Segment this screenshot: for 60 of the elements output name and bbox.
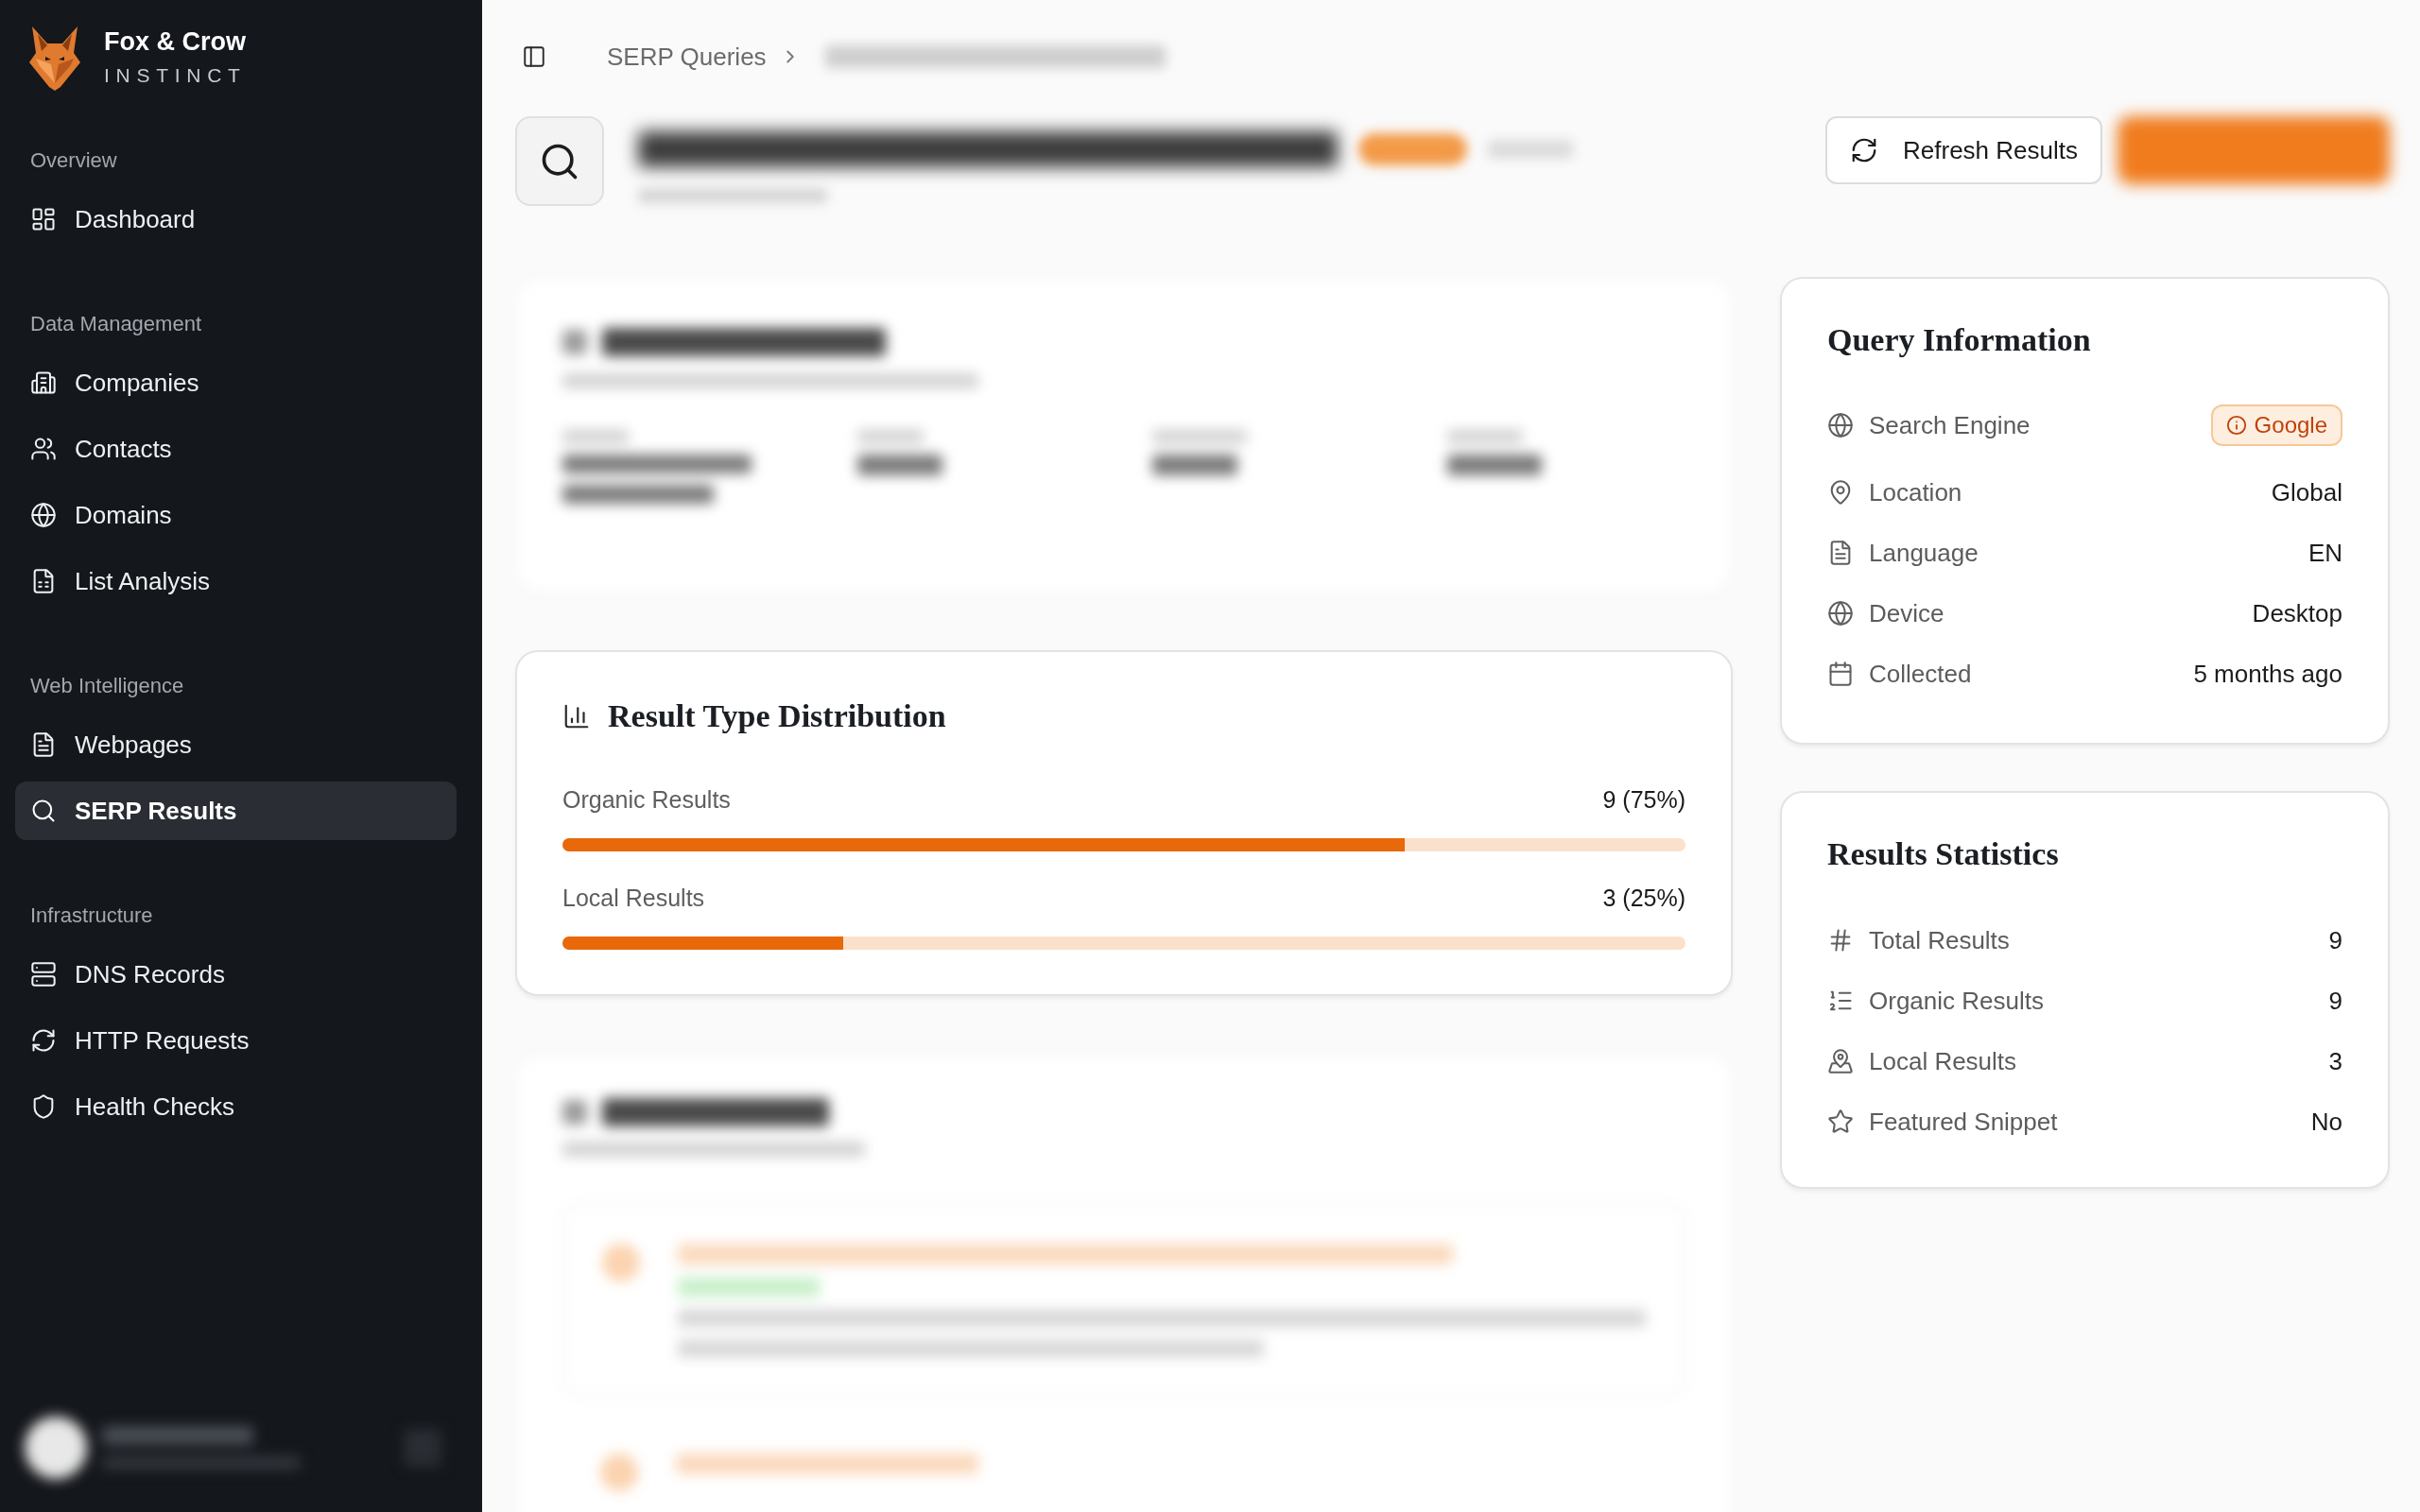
info-value: EN xyxy=(2308,537,2342,569)
sidebar-toggle-icon xyxy=(522,44,546,69)
info-value: 3 xyxy=(2328,1045,2342,1077)
info-value: 9 xyxy=(2328,985,2342,1017)
brand-tagline: INSTINCT xyxy=(104,63,247,88)
breadcrumb-link[interactable]: SERP Queries xyxy=(607,38,767,76)
calendar-icon xyxy=(1827,661,1854,687)
info-label: Featured Snippet xyxy=(1869,1106,2058,1138)
info-label: Language xyxy=(1869,537,1979,569)
info-value: Desktop xyxy=(2252,597,2342,629)
globe-icon xyxy=(1827,600,1854,627)
sidebar-item[interactable]: Companies xyxy=(15,353,457,412)
dashboard-icon xyxy=(30,206,57,232)
users-icon xyxy=(30,436,57,462)
info-value: 5 months ago xyxy=(2193,658,2342,690)
bar-value: 9 (75%) xyxy=(1602,785,1685,816)
engine-name: Google xyxy=(2254,411,2327,439)
sidebar-item[interactable]: HTTP Requests xyxy=(15,1011,457,1070)
section-heading: Web Intelligence xyxy=(29,673,184,699)
sidebar-item[interactable]: DNS Records xyxy=(15,945,457,1004)
info-value: Global xyxy=(2271,476,2342,508)
sidebar-item[interactable]: Contacts xyxy=(15,420,457,478)
bar-value: 3 (25%) xyxy=(1602,884,1685,914)
sidebar-item[interactable]: List Analysis xyxy=(15,552,457,610)
bar-label: Organic Results xyxy=(562,785,731,816)
card-title: Results Statistics xyxy=(1827,835,2060,873)
refresh-results-button[interactable]: Refresh Results xyxy=(1825,116,2102,184)
card-title: Result Type Distribution xyxy=(608,697,946,735)
star-icon xyxy=(1827,1108,1854,1135)
card-title: Query Information xyxy=(1827,321,2092,359)
server-icon xyxy=(30,961,57,988)
brand-name: Fox & Crow xyxy=(104,26,247,58)
globe-icon xyxy=(1827,412,1854,438)
refresh-icon xyxy=(30,1027,57,1054)
info-icon xyxy=(2225,415,2247,436)
search-icon xyxy=(30,798,57,824)
info-label: Local Results xyxy=(1869,1045,2017,1077)
pin-on-map-icon xyxy=(1827,1048,1854,1074)
sidebar-item[interactable]: Webpages xyxy=(15,715,457,774)
sidebar-item[interactable]: SERP Results xyxy=(15,782,457,840)
section-heading: Overview xyxy=(29,147,117,174)
section-heading: Data Management xyxy=(29,311,201,337)
sidebar-item[interactable]: Domains xyxy=(15,486,457,544)
info-value: 9 xyxy=(2328,924,2342,956)
info-label: Device xyxy=(1869,597,1945,629)
building-icon xyxy=(30,369,57,396)
sidebar-item[interactable]: Health Checks xyxy=(15,1077,457,1136)
globe-icon xyxy=(30,502,57,528)
info-label: Location xyxy=(1869,476,1962,508)
info-label: Total Results xyxy=(1869,924,2010,956)
fox-logo xyxy=(28,25,81,91)
bar-chart-icon xyxy=(562,702,591,730)
info-label: Collected xyxy=(1869,658,1972,690)
section-heading: Infrastructure xyxy=(29,902,153,929)
info-label: Search Engine xyxy=(1869,409,2031,441)
sidebar-item[interactable]: Dashboard xyxy=(15,190,457,249)
bar-label: Local Results xyxy=(562,884,705,914)
info-label: Organic Results xyxy=(1869,985,2044,1017)
info-value: No xyxy=(2310,1106,2342,1138)
search-icon xyxy=(515,116,604,206)
